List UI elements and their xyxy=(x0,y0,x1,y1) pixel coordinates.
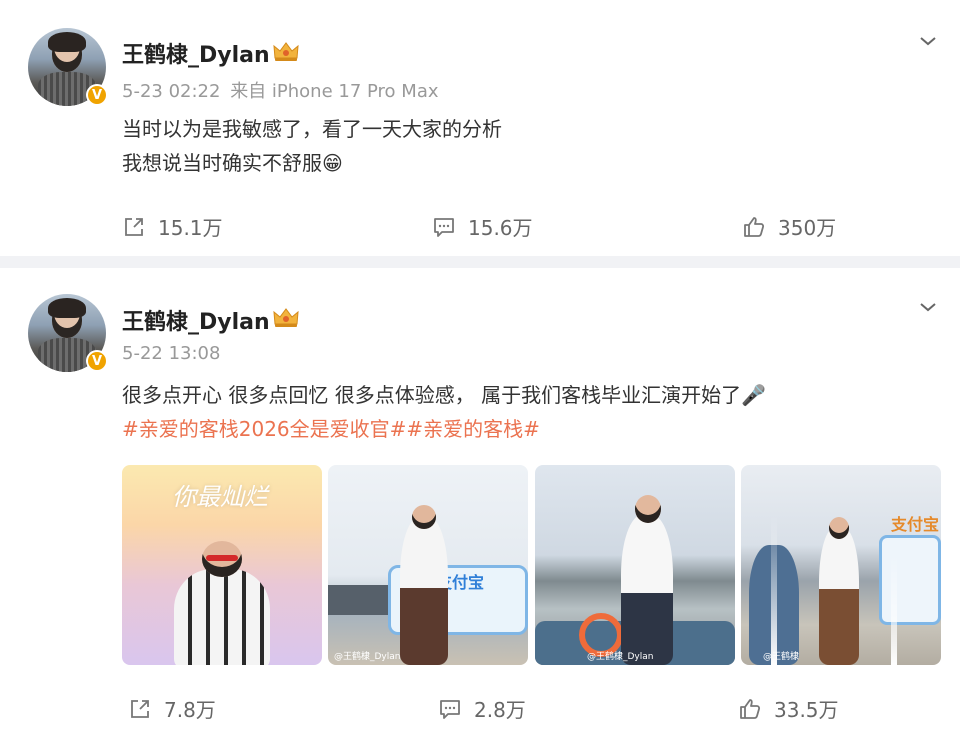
comment-icon xyxy=(440,699,460,719)
like-button[interactable]: 350万 xyxy=(742,212,836,241)
avatar[interactable]: V xyxy=(28,28,108,106)
thumbs-up-icon xyxy=(744,216,765,237)
post-image[interactable]: 支付宝 @王鹤棣 xyxy=(741,465,941,665)
comment-icon xyxy=(434,217,454,237)
comment-button[interactable]: 15.6万 xyxy=(432,212,533,241)
image-watermark: @王鹤棣_Dylan xyxy=(587,652,654,662)
comment-count: 2.8万 xyxy=(474,698,526,722)
post-text: 当时以为是我敏感了，看了一天大家的分析 我想说当时确实不舒服😁 xyxy=(122,112,502,180)
like-count: 350万 xyxy=(778,216,837,240)
image-watermark: @王鹤棣_Dylan xyxy=(334,652,401,662)
image-watermark: @王鹤棣 xyxy=(763,652,800,662)
post-image[interactable]: 支付宝 @王鹤棣_Dylan xyxy=(328,465,528,665)
like-button[interactable]: 33.5万 xyxy=(738,694,839,723)
comment-button[interactable]: 2.8万 xyxy=(438,694,526,723)
comment-count: 15.6万 xyxy=(468,216,533,240)
post-time[interactable]: 5-23 02:22 xyxy=(122,81,220,102)
post-card: V 王鹤棣_Dylan 5-23 02:22 来自 iPhone 17 Pro … xyxy=(0,0,960,256)
share-icon xyxy=(125,217,143,236)
repost-button[interactable]: 7.8万 xyxy=(128,694,216,723)
post-source: 来自 iPhone 17 Pro Max xyxy=(230,81,439,102)
vip-crown-icon xyxy=(273,308,299,327)
chevron-down-icon[interactable] xyxy=(918,34,938,48)
image-overlay-text: 你最灿烂 xyxy=(172,483,268,511)
verified-badge-icon: V xyxy=(86,84,108,106)
verified-badge-icon: V xyxy=(86,350,108,372)
post-text: 很多点开心 很多点回忆 很多点体验感， 属于我们客栈毕业汇演开始了🎤 #亲爱的客… xyxy=(122,378,766,446)
repost-button[interactable]: 15.1万 xyxy=(122,212,223,241)
post-image[interactable]: 你最灿烂 xyxy=(122,465,322,665)
post-image[interactable]: @王鹤棣_Dylan xyxy=(535,465,735,665)
avatar[interactable]: V xyxy=(28,294,108,372)
username[interactable]: 王鹤棣_Dylan xyxy=(122,304,270,336)
share-icon xyxy=(131,699,149,718)
post-meta: 5-23 02:22 来自 iPhone 17 Pro Max xyxy=(122,77,439,103)
post-time[interactable]: 5-22 13:08 xyxy=(122,343,220,364)
vip-crown-icon xyxy=(273,42,299,61)
post-text-line: 我想说当时确实不舒服😁 xyxy=(122,151,343,175)
chevron-down-icon[interactable] xyxy=(918,300,938,314)
thumbs-up-icon xyxy=(740,698,761,719)
post-text-line: 很多点开心 很多点回忆 很多点体验感， 属于我们客栈毕业汇演开始了🎤 xyxy=(122,383,766,407)
username[interactable]: 王鹤棣_Dylan xyxy=(122,37,270,69)
repost-count: 15.1万 xyxy=(158,216,223,240)
hashtag-link[interactable]: #亲爱的客栈2026全是爱收官##亲爱的客栈# xyxy=(122,412,766,446)
post-text-line: 当时以为是我敏感了，看了一天大家的分析 xyxy=(122,117,502,141)
like-count: 33.5万 xyxy=(774,698,839,722)
repost-count: 7.8万 xyxy=(164,698,216,722)
image-overlay-text: 支付宝 xyxy=(891,515,940,534)
